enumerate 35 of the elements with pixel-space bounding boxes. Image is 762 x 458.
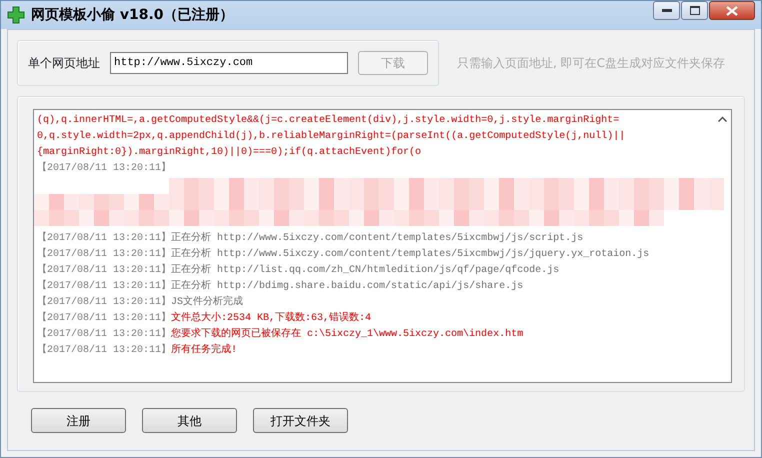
timestamp: 【2017/08/11 13:20:11】 — [37, 279, 172, 294]
dialog-button[interactable]: 打开文件夹 — [253, 408, 348, 433]
minimize-icon — [662, 8, 672, 12]
maximize-icon — [690, 6, 700, 15]
log-message: 正在分析 http://bdimg.share.baidu.com/static/api/js/share.js — [171, 279, 524, 294]
url-field[interactable]: http://www.5ixczy.com — [110, 52, 348, 74]
log-message: 您要求下载的网页已被保存在 c:\5ixczy_1\www.5ixczy.com\index.htm — [171, 327, 524, 342]
dialog-button[interactable]: 其他 — [142, 408, 237, 433]
scroll-up-icon — [718, 116, 727, 122]
timestamp: 【2017/08/11 13:20:11】 — [37, 161, 172, 176]
log-message: 正在分析 http://list.qq.com/zh_CN/htmledition/js/qf/page/qfcode.js — [171, 263, 560, 278]
code-line: 0,q.style.width=2px,q.appendChild(j),b.reliableMarginRight=(parseInt((a.getComputedStyle(j,null)|| — [37, 130, 626, 144]
timestamp: 【2017/08/11 13:20:11】 — [37, 327, 172, 342]
timestamp: 【2017/08/11 13:20:11】 — [37, 231, 172, 246]
close-button[interactable] — [709, 1, 755, 20]
log-message: JS文件分析完成 — [171, 295, 244, 310]
hint-text: 只需输入页面地址, 即可在C盘生成对应文件夹保存 — [457, 55, 726, 72]
window-title: 网页模板小偷 v18.0（已注册） — [31, 6, 235, 24]
timestamp: 【2017/08/11 13:20:11】 — [37, 263, 172, 278]
maximize-button[interactable] — [681, 1, 708, 20]
timestamp: 【2017/08/11 13:20:11】 — [37, 343, 172, 358]
code-line: {marginRight:0}).marginRight,10)||0)===0);if(q.attachEvent)for(o — [37, 146, 422, 160]
timestamp: 【2017/08/11 13:20:11】 — [37, 311, 172, 326]
field-label: 单个网页地址 — [28, 55, 100, 72]
log-message: 正在分析 http://www.5ixczy.com/content/templates/5ixcmbwj/js/jquery.yx_rotaion.js — [171, 247, 650, 262]
code-line: (q),q.innerHTML=,a.getComputedStyle&&(j=c.createElement(div),j.style.width=0,j.style.marginRight= — [37, 114, 620, 128]
close-icon — [726, 6, 738, 16]
log-message: 正在分析 http://www.5ixczy.com/content/templates/5ixcmbwj/js/script.js — [171, 231, 584, 246]
dialog-button[interactable]: 注册 — [31, 408, 126, 433]
plus-icon — [7, 6, 25, 24]
minimize-button[interactable] — [653, 1, 680, 20]
timestamp: 【2017/08/11 13:20:11】 — [37, 247, 172, 262]
log-message: 所有任务完成! — [171, 343, 238, 358]
log-message: 文件总大小:2534 KB,下载数:63,错误数:4 — [171, 311, 372, 326]
timestamp: 【2017/08/11 13:20:11】 — [37, 295, 172, 310]
